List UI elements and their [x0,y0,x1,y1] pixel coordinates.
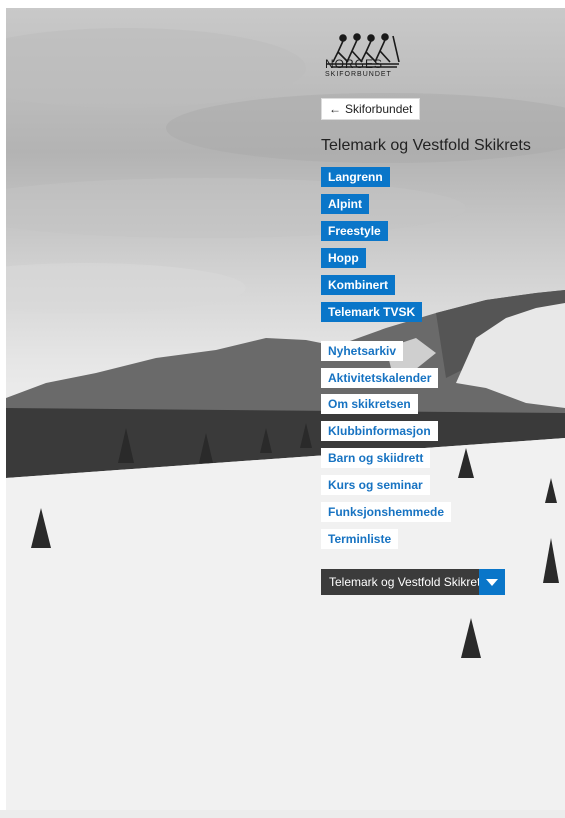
discipline-button-freestyle[interactable]: Freestyle [321,221,388,241]
region-select[interactable]: Telemark og Vestfold Skikrets [321,569,505,595]
region-select-value: Telemark og Vestfold Skikrets [329,575,479,589]
chevron-down-icon [486,578,498,586]
submenu-item-terminliste[interactable]: Terminliste [321,529,399,549]
region-select-toggle[interactable] [479,569,505,595]
discipline-button-kombinert[interactable]: Kombinert [321,275,395,295]
logo-wordmark: NORGES [325,57,384,71]
submenu-item-funksjonshemmede[interactable]: Funksjonshemmede [321,502,452,522]
discipline-button-langrenn[interactable]: Langrenn [321,167,390,187]
logo-subtitle: SKIFORBUNDET [325,71,392,78]
region-title: Telemark og Vestfold Skikrets [321,137,531,154]
submenu-item-kurs-og-seminar[interactable]: Kurs og seminar [321,475,430,495]
mountain-landscape [6,28,565,810]
back-link-label: Skiforbundet [345,102,413,116]
background-photo [6,8,565,810]
submenu-item-barn-og-skiidrett[interactable]: Barn og skiidrett [321,448,431,468]
discipline-button-telemark-tvsk[interactable]: Telemark TVSK [321,302,423,322]
submenu-item-om-skikretsen[interactable]: Om skikretsen [321,394,418,414]
discipline-button-hopp[interactable]: Hopp [321,248,366,268]
page-bottom-strip [0,810,565,818]
submenu-item-klubbinformasjon[interactable]: Klubbinformasjon [321,421,438,441]
submenu-item-nyhetsarkiv[interactable]: Nyhetsarkiv [321,341,404,361]
left-arrow-icon: ← [329,102,341,116]
back-to-skiforbundet-link[interactable]: ← Skiforbundet [321,98,421,120]
submenu-item-aktivitetskalender[interactable]: Aktivitetskalender [321,368,439,388]
discipline-button-alpint[interactable]: Alpint [321,194,369,214]
